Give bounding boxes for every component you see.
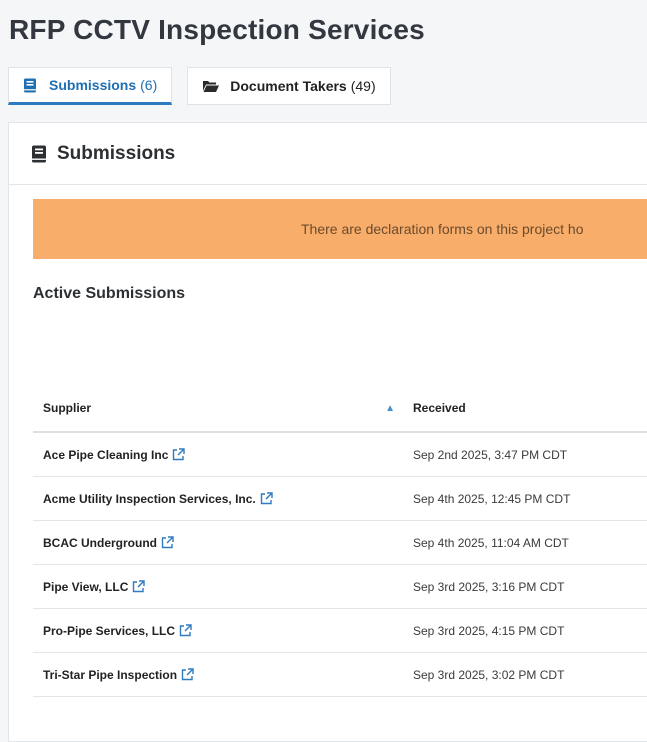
column-header-supplier[interactable]: Supplier ▲: [33, 385, 403, 433]
received-cell: Sep 2nd 2025, 3:47 PM CDT: [403, 432, 647, 477]
alert-text: There are declaration forms on this proj…: [301, 221, 584, 237]
tab-submissions[interactable]: Submissions (6): [8, 67, 173, 105]
table-row: BCAC Underground Sep 4th 2025, 11:04 AM C…: [33, 520, 647, 565]
table-header-row: Supplier ▲ Received: [33, 385, 647, 433]
supplier-name: Acme Utility Inspection Services, Inc.: [43, 491, 256, 506]
supplier-cell: Acme Utility Inspection Services, Inc.: [33, 476, 403, 521]
table-row: Ace Pipe Cleaning Inc Sep 2nd 2025, 3:47 …: [33, 432, 647, 477]
panel-title: Submissions: [57, 142, 176, 164]
table-row: Tri-Star Pipe Inspection Sep 3rd 2025, 3:…: [33, 652, 647, 697]
column-header-received-label: Received: [413, 401, 466, 415]
table-row: Pro-Pipe Services, LLC Sep 3rd 2025, 4:15…: [33, 608, 647, 653]
received-cell: Sep 4th 2025, 12:45 PM CDT: [403, 476, 647, 521]
supplier-name: Pipe View, LLC: [43, 579, 129, 594]
book-icon: [31, 145, 47, 163]
external-link-icon[interactable]: [172, 447, 186, 461]
tab-submissions-count: (6): [140, 77, 158, 93]
supplier-cell: Tri-Star Pipe Inspection: [33, 652, 403, 697]
received-cell: Sep 3rd 2025, 4:15 PM CDT: [403, 608, 647, 653]
submissions-table: Supplier ▲ Received Ace Pipe Cleaning In…: [33, 385, 647, 697]
column-header-supplier-label: Supplier: [43, 401, 92, 415]
supplier-cell: Ace Pipe Cleaning Inc: [33, 432, 403, 477]
external-link-icon[interactable]: [132, 579, 146, 593]
folder-open-icon: [202, 79, 220, 93]
tab-submissions-label: Submissions: [49, 77, 137, 93]
external-link-icon[interactable]: [161, 535, 174, 549]
table-row: Pipe View, LLC Sep 3rd 2025, 3:16 PM CDT: [33, 564, 647, 609]
supplier-cell: Pipe View, LLC: [33, 564, 403, 609]
external-link-icon[interactable]: [260, 491, 273, 505]
column-header-received[interactable]: Received: [403, 385, 647, 433]
tab-document-takers[interactable]: Document Takers (49): [187, 67, 391, 105]
external-link-icon[interactable]: [181, 667, 194, 681]
supplier-cell: BCAC Underground: [33, 520, 403, 565]
declaration-alert: There are declaration forms on this proj…: [33, 199, 647, 259]
tab-bar: Submissions (6) Document Takers (49): [8, 67, 391, 107]
sort-ascending-icon[interactable]: ▲: [385, 403, 395, 414]
supplier-cell: Pro-Pipe Services, LLC: [33, 608, 403, 653]
supplier-name: Pro-Pipe Services, LLC: [43, 623, 176, 638]
external-link-icon[interactable]: [179, 623, 192, 637]
tab-document-takers-label: Document Takers: [230, 78, 347, 94]
received-cell: Sep 3rd 2025, 3:16 PM CDT: [403, 564, 647, 609]
book-icon: [23, 78, 37, 93]
supplier-name: BCAC Underground: [43, 535, 157, 550]
panel-header: Submissions: [9, 123, 647, 185]
table-row: Acme Utility Inspection Services, Inc. Se…: [33, 476, 647, 521]
received-cell: Sep 4th 2025, 11:04 AM CDT: [403, 520, 647, 565]
received-cell: Sep 3rd 2025, 3:02 PM CDT: [403, 652, 647, 697]
supplier-name: Ace Pipe Cleaning Inc: [43, 447, 169, 462]
supplier-name: Tri-Star Pipe Inspection: [43, 667, 178, 682]
page-title: RFP CCTV Inspection Services: [9, 14, 425, 45]
active-submissions-heading: Active Submissions: [33, 285, 186, 302]
tab-document-takers-count: (49): [350, 78, 376, 94]
submissions-panel: Submissions There are declaration forms …: [8, 122, 647, 742]
